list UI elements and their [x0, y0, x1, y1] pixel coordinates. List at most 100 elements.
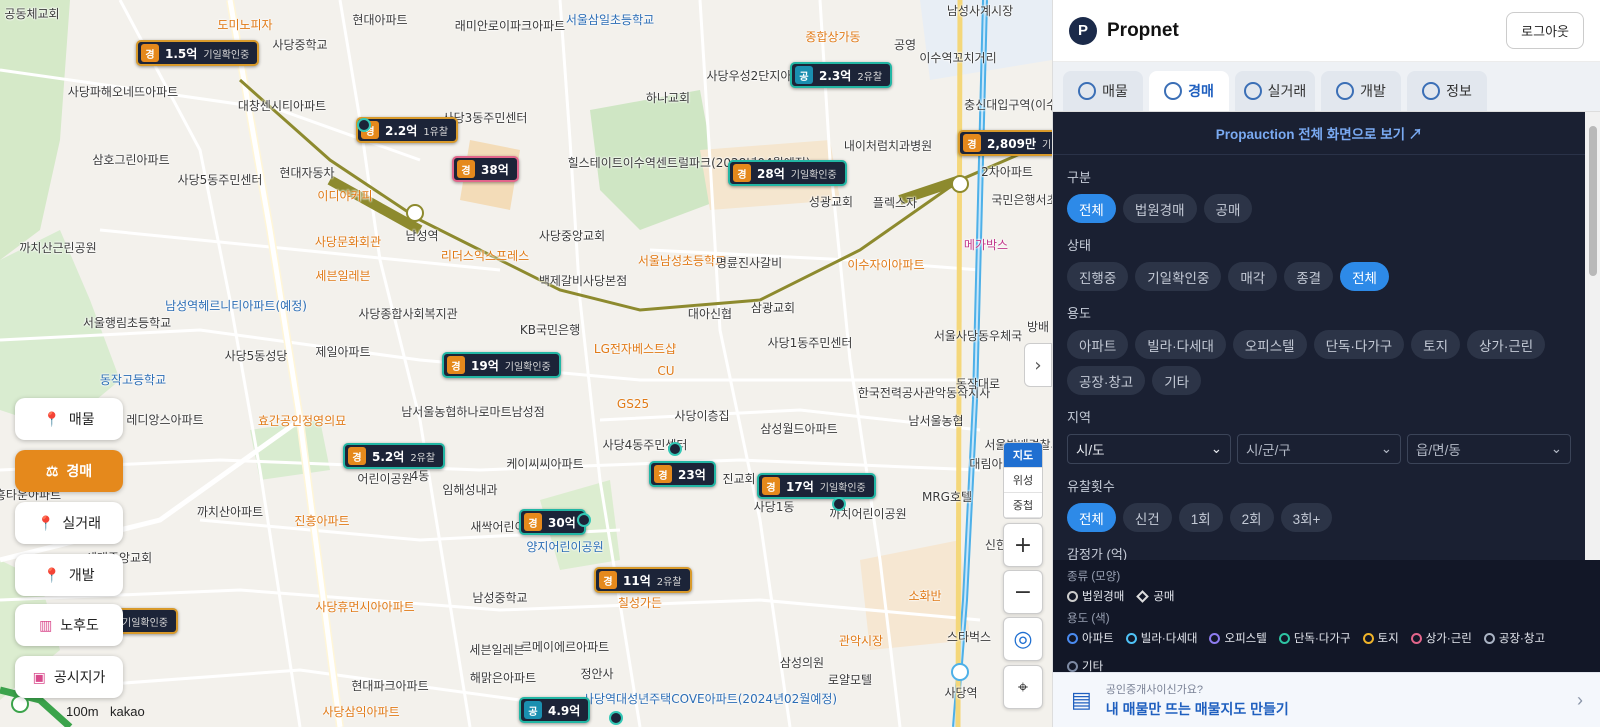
- chevron-right-icon: ›: [1034, 354, 1042, 376]
- marker-price: 2,809만: [987, 136, 1036, 151]
- map-place-label: 서울행림초등학교: [82, 316, 172, 330]
- nav-land-price-button[interactable]: ▣ 공시지가: [15, 656, 123, 698]
- use-chip[interactable]: 단독·다가구: [1313, 330, 1405, 359]
- map-type-hybrid[interactable]: 중첩: [1004, 493, 1042, 518]
- zoom-in-button[interactable]: +: [1003, 523, 1043, 567]
- map-place-label: 동작대로: [955, 377, 1001, 391]
- legend-colors: 아파트 빌라·다세대 오피스텔 단독·다가구 토지 상가·근린 공장·창고 기타: [1067, 630, 1587, 674]
- tab-auction[interactable]: 경매: [1149, 71, 1229, 111]
- map-dot-marker[interactable]: [357, 118, 371, 132]
- use-chip[interactable]: 기타: [1152, 366, 1202, 395]
- use-chip[interactable]: 아파트: [1067, 330, 1129, 359]
- map-place-label: 충신대입구역(이수): [964, 98, 1052, 112]
- map-marker[interactable]: 경 30억: [519, 509, 586, 535]
- tab-label: 매물: [1102, 83, 1128, 99]
- map-dot-marker[interactable]: [609, 711, 623, 725]
- select-value: 읍/면/동: [1416, 443, 1461, 458]
- legend-label: 법원경매: [1082, 591, 1125, 603]
- map-marker[interactable]: 경 17억 기일확인중: [757, 473, 876, 499]
- use-chip[interactable]: 공장·창고: [1067, 366, 1146, 395]
- nav-auction-button[interactable]: ⚖ 경매: [15, 450, 123, 492]
- map-type-switch[interactable]: 지도 위성 중첩: [1003, 442, 1043, 519]
- fail-chip-all[interactable]: 전체: [1067, 503, 1116, 532]
- status-chip[interactable]: 진행중: [1067, 262, 1129, 291]
- use-chip[interactable]: 상가·근린: [1467, 330, 1546, 359]
- zoom-out-button[interactable]: −: [1003, 570, 1043, 614]
- select-value: 시/군/구: [1246, 443, 1291, 458]
- status-chip[interactable]: 기일확인중: [1135, 262, 1222, 291]
- map-place-label: 어린이공원: [357, 472, 413, 486]
- status-chip-all[interactable]: 전체: [1340, 262, 1389, 291]
- circle-icon: [1483, 632, 1495, 644]
- map-place-label: KB국민은행: [519, 323, 581, 337]
- auction-tag: 경: [348, 447, 366, 465]
- status-chip[interactable]: 매각: [1228, 262, 1278, 291]
- map-place-label: CU: [657, 364, 675, 378]
- fail-chip[interactable]: 2회: [1229, 503, 1274, 532]
- nav-listings-button[interactable]: 📍 매물: [15, 398, 123, 440]
- fail-chip[interactable]: 3회+: [1280, 503, 1333, 532]
- map-marker[interactable]: 경 1.5억 기일확인중: [136, 40, 260, 66]
- minus-icon: −: [1013, 579, 1033, 605]
- map-marker[interactable]: 경 38억: [452, 156, 519, 182]
- map-place-label: 사당역: [944, 686, 978, 700]
- map-type-satellite[interactable]: 위성: [1004, 468, 1042, 493]
- map-place-label: 칠성가든: [617, 596, 663, 610]
- collapse-panel-button[interactable]: ›: [1024, 343, 1052, 387]
- legend-type-title: 종류 (모양): [1067, 571, 1121, 583]
- crosshair-icon: ◎: [1013, 626, 1033, 652]
- use-chip[interactable]: 오피스텔: [1232, 330, 1307, 359]
- map-place-label: 임해성내과: [442, 483, 498, 497]
- circle-icon: [1278, 632, 1290, 644]
- nav-label: 노후도: [60, 617, 99, 633]
- tab-development[interactable]: 개발: [1321, 71, 1401, 111]
- map-marker[interactable]: 경 23억: [649, 461, 716, 487]
- kind-chip-court[interactable]: 법원경매: [1122, 194, 1197, 223]
- map-marker[interactable]: 경 11억 2유찰: [594, 567, 692, 593]
- map-marker[interactable]: 공 4.9억: [519, 697, 591, 723]
- map-place-label: 4동: [410, 469, 430, 483]
- map-dot-marker[interactable]: [832, 497, 846, 511]
- map-marker[interactable]: 경 19억 기일확인중: [442, 352, 561, 378]
- map-dot-marker[interactable]: [577, 513, 591, 527]
- pin-location-button[interactable]: ⌖: [1003, 665, 1043, 709]
- map-marker[interactable]: 경 2.2억 1유찰: [356, 117, 459, 143]
- nav-transactions-button[interactable]: 📍 실거래: [15, 502, 123, 544]
- map-type-normal[interactable]: 지도: [1004, 443, 1042, 468]
- my-location-button[interactable]: ◎: [1003, 617, 1043, 661]
- pin-icon: [1078, 82, 1097, 100]
- tab-info[interactable]: 정보: [1407, 71, 1487, 111]
- status-chip[interactable]: 종결: [1284, 262, 1334, 291]
- district-select[interactable]: 읍/면/동 ⌄: [1407, 434, 1571, 464]
- tab-transactions[interactable]: 실거래: [1235, 71, 1315, 111]
- chevron-right-icon: ›: [1577, 689, 1583, 710]
- city-select[interactable]: 시/군/구 ⌄: [1237, 434, 1401, 464]
- province-select[interactable]: 시/도 ⌄: [1067, 434, 1231, 464]
- chevron-down-icon: ⌄: [1380, 441, 1392, 456]
- fail-chip[interactable]: 신건: [1122, 503, 1172, 532]
- open-propauction-link[interactable]: Propauction 전체 화면으로 보기 ↗: [1053, 112, 1585, 155]
- nav-aging-button[interactable]: ▥ 노후도: [15, 604, 123, 646]
- map-place-label: 남성역헤르니티아파트(예정): [165, 299, 307, 313]
- map-dot-marker[interactable]: [668, 442, 682, 456]
- map-place-label: 대창센시티아파트: [237, 99, 327, 113]
- nav-development-button[interactable]: 📍 개발: [15, 554, 123, 596]
- broker-map-cta[interactable]: ▤ 공인중개사이신가요? 내 매물만 뜨는 매물지도 만들기 ›: [1053, 672, 1600, 727]
- map-view[interactable]: 공동체교회 도미노피자 현대아파트 래미안로이파크아파트 서울삼일초등학교 남성사계시장 사…: [0, 0, 1052, 727]
- map-place-label: GS25: [616, 397, 650, 411]
- tab-listings[interactable]: 매물: [1063, 71, 1143, 111]
- logout-button[interactable]: 로그아웃: [1506, 12, 1584, 49]
- fail-count-filter-title: 유찰횟수: [1067, 479, 1115, 494]
- use-chip[interactable]: 빌라·다세대: [1135, 330, 1226, 359]
- filter-scrollbar[interactable]: [1585, 112, 1600, 560]
- map-place-label: 사당중앙교회: [538, 229, 606, 243]
- fail-chip[interactable]: 1회: [1178, 503, 1223, 532]
- map-marker[interactable]: 경 5.2억 2유찰: [343, 443, 446, 469]
- map-marker[interactable]: 경 2,809만 기: [958, 130, 1052, 156]
- scrollbar-thumb[interactable]: [1589, 126, 1597, 276]
- kind-chip-public[interactable]: 공매: [1203, 194, 1253, 223]
- kind-chip-all[interactable]: 전체: [1067, 194, 1116, 223]
- map-marker[interactable]: 경 28억 기일확인중: [728, 160, 847, 186]
- map-marker[interactable]: 공 2.3억 2유찰: [790, 62, 893, 88]
- use-chip[interactable]: 토지: [1411, 330, 1461, 359]
